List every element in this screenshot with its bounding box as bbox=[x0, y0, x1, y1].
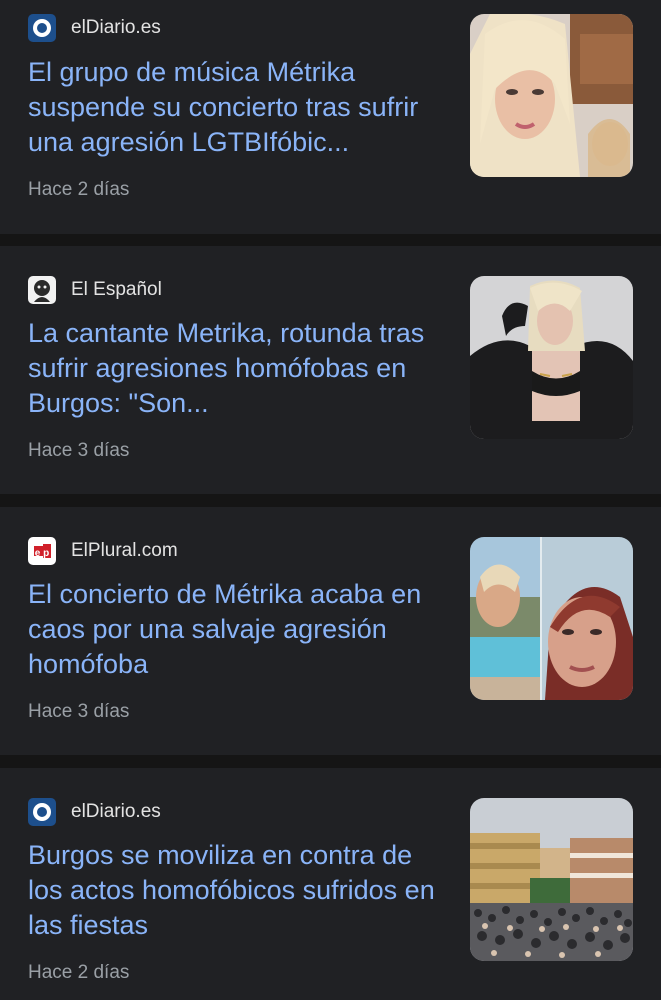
article-thumbnail[interactable] bbox=[470, 798, 633, 961]
news-card[interactable]: elDiario.es Burgos se moviliza en contra… bbox=[0, 768, 661, 1000]
svg-text:e p: e p bbox=[35, 548, 49, 559]
article-headline[interactable]: El grupo de música Métrika suspende su c… bbox=[28, 55, 448, 160]
news-source: El Español bbox=[28, 275, 162, 305]
article-thumbnail[interactable] bbox=[470, 14, 633, 177]
article-time: Hace 3 días bbox=[28, 440, 130, 461]
article-headline[interactable]: Burgos se moviliza en contra de los acto… bbox=[28, 838, 448, 943]
article-thumbnail[interactable] bbox=[470, 276, 633, 439]
article-time: Hace 2 días bbox=[28, 179, 130, 200]
article-time: Hace 3 días bbox=[28, 701, 130, 722]
source-name: El Español bbox=[71, 279, 162, 300]
article-headline[interactable]: La cantante Metrika, rotunda tras sufrir… bbox=[28, 316, 448, 421]
article-thumbnail[interactable] bbox=[470, 537, 633, 700]
elespanol-logo-icon bbox=[28, 276, 56, 304]
news-card[interactable]: El Español La cantante Metrika, rotunda … bbox=[0, 246, 661, 494]
news-source: elDiario.es bbox=[28, 13, 161, 43]
news-source: elDiario.es bbox=[28, 797, 161, 827]
eldiario-logo-icon bbox=[28, 798, 56, 826]
news-feed: elDiario.es El grupo de música Métrika s… bbox=[0, 0, 661, 1000]
source-name: elDiario.es bbox=[71, 17, 161, 38]
elplural-logo-icon: e p bbox=[28, 537, 56, 565]
article-headline[interactable]: El concierto de Métrika acaba en caos po… bbox=[28, 577, 448, 682]
source-name: elDiario.es bbox=[71, 801, 161, 822]
news-card[interactable]: e p ElPlural.com El concierto de Métrika… bbox=[0, 507, 661, 755]
eldiario-logo-icon bbox=[28, 14, 56, 42]
source-name: ElPlural.com bbox=[71, 540, 178, 561]
news-source: e p ElPlural.com bbox=[28, 536, 178, 566]
article-time: Hace 2 días bbox=[28, 962, 130, 983]
news-card[interactable]: elDiario.es El grupo de música Métrika s… bbox=[0, 0, 661, 234]
